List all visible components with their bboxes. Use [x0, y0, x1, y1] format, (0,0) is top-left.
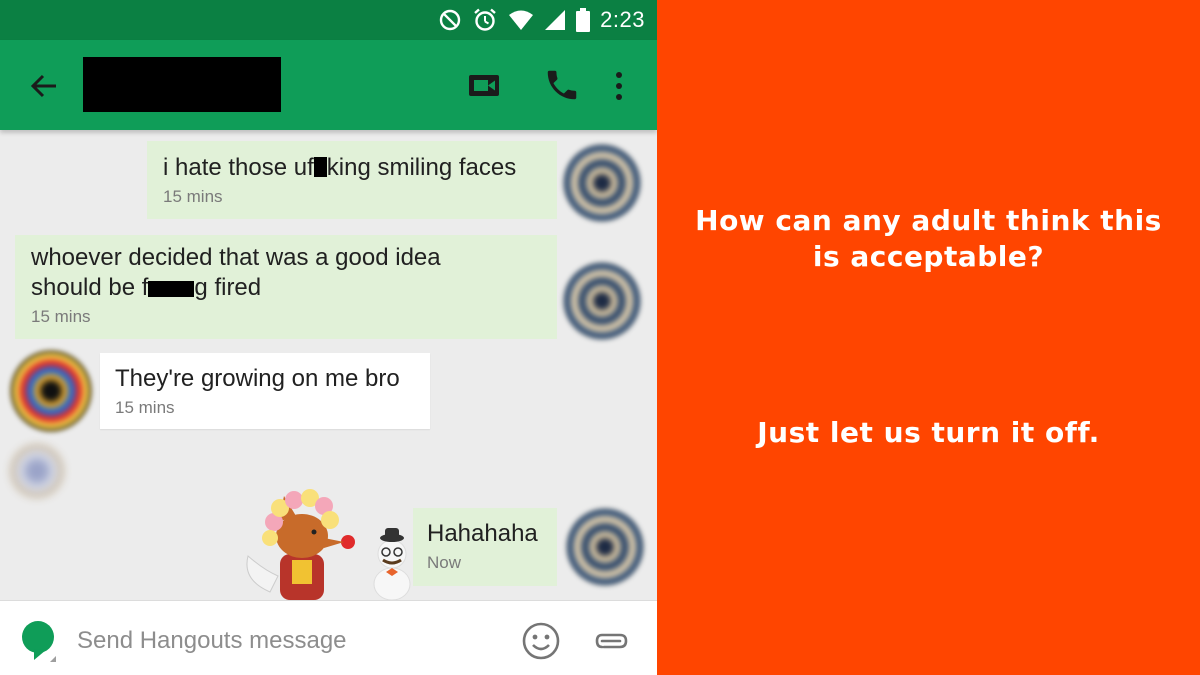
- conversation-header: [0, 40, 657, 130]
- avatar: [566, 508, 644, 586]
- caption-line: Just let us turn it off.: [757, 416, 1100, 449]
- caption-line: is acceptable?: [812, 240, 1045, 273]
- status-time: 2:23: [600, 7, 645, 32]
- message-text: i hate those uf king smiling faces: [163, 154, 517, 181]
- message-text: They're growing on me bro: [115, 365, 400, 392]
- avatar: [10, 350, 92, 432]
- redacted-contact-name: [83, 57, 281, 112]
- message-text: Hahahaha: [427, 520, 538, 547]
- hangouts-icon: [20, 620, 56, 662]
- status-icons: 2:23: [438, 6, 645, 34]
- message-bubble-outgoing: whoever decided that was a good idea shou…: [15, 235, 557, 339]
- censor-block: [148, 281, 195, 297]
- message-time: 15 mins: [115, 398, 175, 417]
- more-vert-icon[interactable]: [608, 68, 630, 104]
- do-not-disturb-icon: [438, 8, 462, 32]
- message-composer: [0, 600, 657, 675]
- censor-block: [313, 157, 327, 177]
- signal-icon: [544, 9, 566, 31]
- message-time: 15 mins: [31, 307, 91, 326]
- phone-icon[interactable]: [543, 66, 581, 104]
- wifi-icon: [508, 9, 534, 31]
- avatar: [563, 144, 641, 222]
- caption-panel: How can any adult think this is acceptab…: [657, 0, 1200, 675]
- back-arrow-icon[interactable]: [26, 68, 62, 104]
- status-bar: 2:23: [0, 0, 657, 40]
- message-time: 15 mins: [163, 187, 223, 206]
- message-bubble-outgoing: i hate those uf king smiling faces 15 min…: [147, 141, 557, 219]
- emoji-icon[interactable]: [521, 621, 561, 661]
- message-bubble-incoming: They're growing on me bro 15 mins: [100, 353, 430, 429]
- video-call-icon[interactable]: [466, 68, 504, 102]
- animated-sticker: [240, 488, 420, 601]
- attach-icon[interactable]: [594, 627, 630, 655]
- caption-line: How can any adult think this: [695, 204, 1162, 237]
- alarm-icon: [472, 7, 498, 33]
- message-bubble-outgoing: Hahahaha Now: [413, 508, 557, 586]
- avatar: [563, 262, 641, 340]
- phone-screenshot: 2:23 i hate those uf king smiling faces 1…: [0, 0, 657, 675]
- message-input[interactable]: [77, 625, 497, 657]
- message-time: Now: [427, 553, 462, 572]
- avatar: [10, 444, 64, 498]
- message-text: whoever decided that was a good idea shou…: [31, 244, 441, 301]
- battery-icon: [576, 8, 591, 32]
